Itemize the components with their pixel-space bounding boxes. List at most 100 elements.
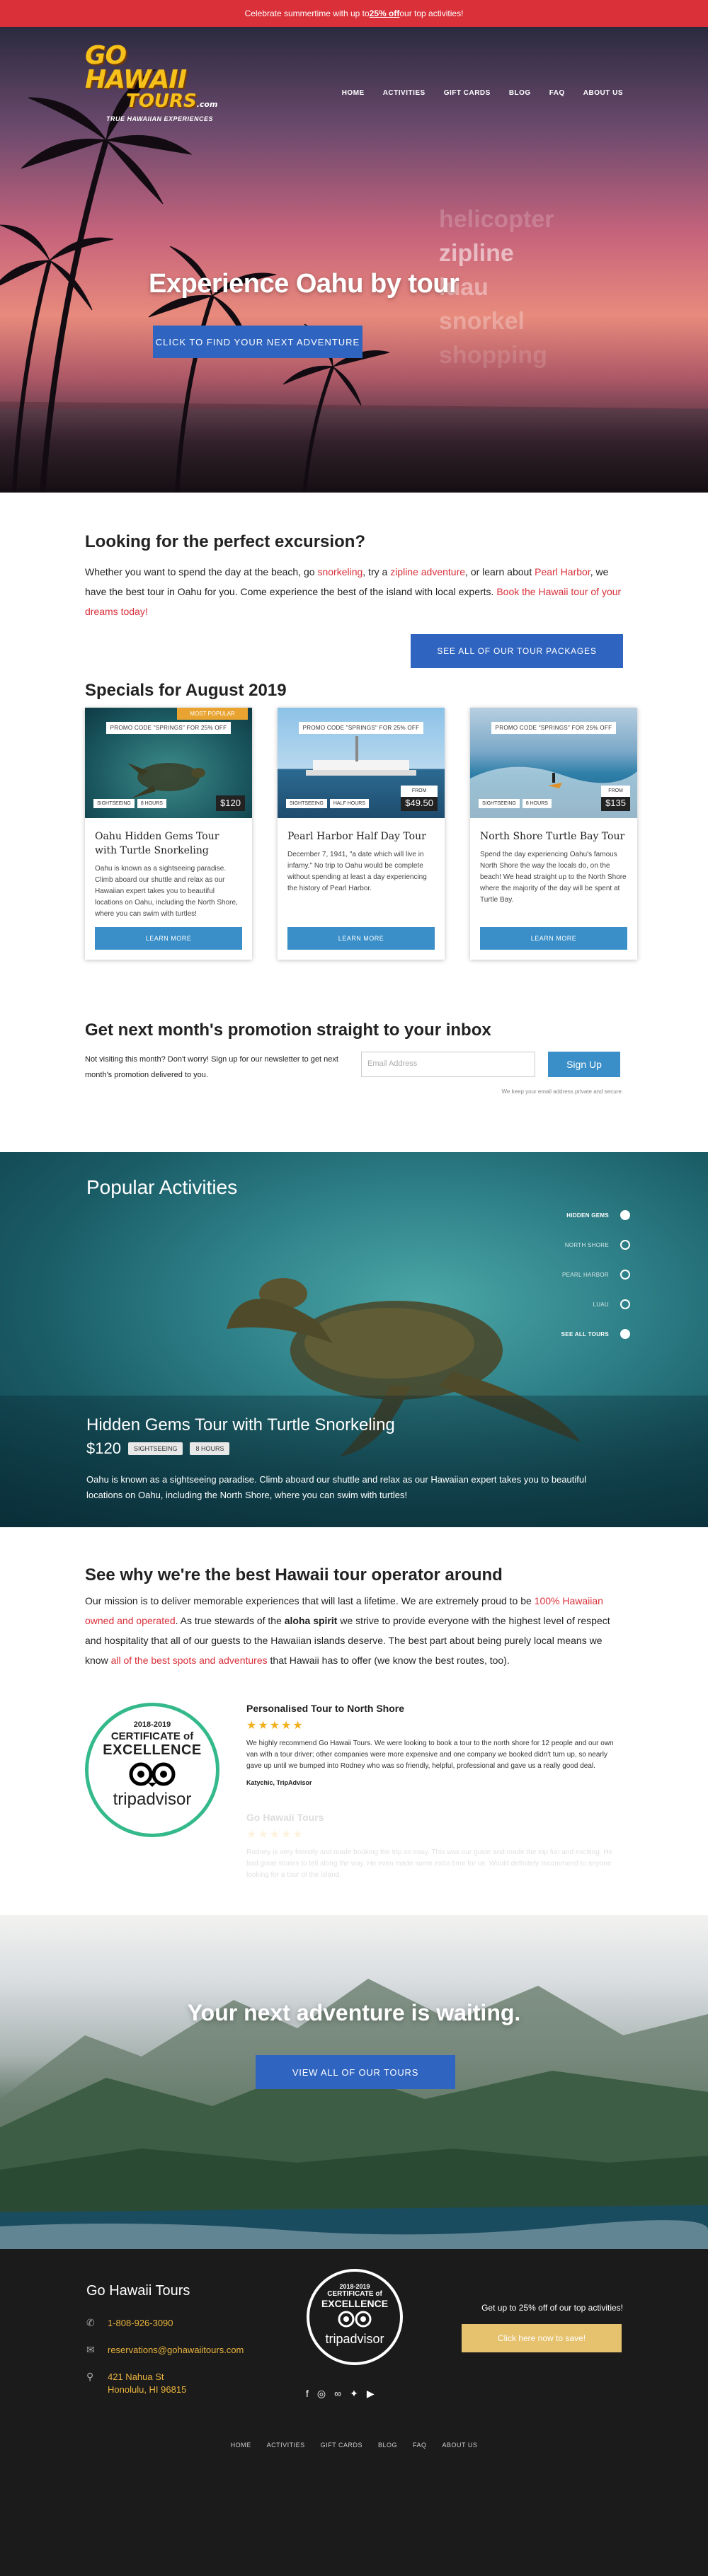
review-list: Personalised Tour to North Shore ★★★★★ W…: [246, 1703, 623, 1915]
view-all-tours-button[interactable]: VIEW ALL OF OUR TOURS: [256, 2055, 455, 2089]
card-price: $120: [216, 795, 245, 811]
popular-nav-see-all[interactable]: SEE ALL TOURS: [561, 1319, 630, 1349]
popular-nav-hidden-gems[interactable]: HIDDEN GEMS: [561, 1200, 630, 1230]
review-author: Katychic, TripAdvisor: [246, 1779, 312, 1786]
popular-tour-description: Oahu is known as a sightseeing paradise.…: [86, 1474, 587, 1500]
plus-circle-icon: [620, 1329, 630, 1339]
footer-nav-blog[interactable]: BLOG: [378, 2442, 397, 2449]
main-nav: HOME ACTIVITIES GIFT CARDS BLOG FAQ ABOU…: [342, 89, 623, 97]
duration-chip: 8 HOURS: [522, 799, 552, 808]
duration-pill: 8 HOURS: [190, 1442, 230, 1455]
popular-nav-label: NORTH SHORE: [564, 1241, 609, 1248]
specials-cards: MOST POPULAR PROMO CODE "SPRINGS" FOR 25…: [85, 708, 637, 960]
popular-nav-north-shore[interactable]: NORTH SHORE: [561, 1230, 630, 1260]
badge-year: 2018-2019: [133, 1720, 171, 1729]
special-card[interactable]: MOST POPULAR PROMO CODE "SPRINGS" FOR 25…: [85, 708, 252, 960]
popular-nav-label: PEARL HARBOR: [562, 1271, 609, 1278]
zipline-link[interactable]: zipline adventure: [390, 566, 465, 577]
popular-tour-info: Hidden Gems Tour with Turtle Snorkeling …: [0, 1396, 708, 1527]
popular-tour-title[interactable]: Hidden Gems Tour with Turtle Snorkeling: [86, 1415, 622, 1435]
review-text: We highly recommend Go Hawaii Tours. We …: [246, 1740, 614, 1770]
email-input[interactable]: Email Address: [361, 1052, 535, 1077]
email-icon: ✉: [86, 2344, 95, 2355]
footer-phone-row[interactable]: ✆ 1-808-926-3090: [86, 2317, 244, 2330]
twitter-icon[interactable]: ✦: [350, 2388, 358, 2400]
specials-section: Specials for August 2019 MOST POPULAR PR…: [0, 668, 708, 960]
newsletter-section: Get next month's promotion straight to y…: [0, 960, 708, 1152]
snorkeling-link[interactable]: snorkeling: [317, 566, 362, 577]
newsletter-description: Not visiting this month? Don't worry! Si…: [85, 1055, 338, 1079]
find-adventure-button[interactable]: CLICK TO FIND YOUR NEXT ADVENTURE: [153, 326, 362, 358]
tripadvisor-badge[interactable]: 2018-2019 CERTIFICATE of EXCELLENCE trip…: [85, 1703, 219, 1837]
hero-title: Experience Oahu by tour: [149, 269, 459, 299]
dot-icon: [620, 1240, 630, 1250]
footer-brand: Go Hawaii Tours: [86, 2283, 190, 2299]
best-spots-link[interactable]: all of the best spots and adventures: [111, 1655, 268, 1666]
duration-chip: 8 HOURS: [137, 799, 166, 808]
popular-nav-luau[interactable]: LUAU: [561, 1289, 630, 1319]
card-chips: SIGHTSEEING 8 HOURS: [93, 799, 166, 808]
why-title: See why we're the best Hawaii tour opera…: [85, 1565, 503, 1585]
card-image-memorial: PROMO CODE "SPRINGS" FOR 25% OFF SIGHTSE…: [278, 708, 445, 818]
price-from: FROM: [601, 786, 630, 797]
footer-nav-gift-cards[interactable]: GIFT CARDS: [321, 2442, 362, 2449]
footer-nav-activities[interactable]: ACTIVITIES: [267, 2442, 305, 2449]
popular-nav: HIDDEN GEMS NORTH SHORE PEARL HARBOR LUA…: [561, 1200, 630, 1349]
youtube-icon[interactable]: ▶: [367, 2388, 375, 2400]
special-card[interactable]: PROMO CODE "SPRINGS" FOR 25% OFF SIGHTSE…: [278, 708, 445, 960]
popular-tour-meta: $120 SIGHTSEEING 8 HOURS: [86, 1439, 622, 1458]
footer-nav-home[interactable]: HOME: [231, 2442, 251, 2449]
nav-activities[interactable]: ACTIVITIES: [383, 89, 426, 97]
footer-nav-faq[interactable]: FAQ: [413, 2442, 427, 2449]
adventure-title: Your next adventure is waiting.: [187, 2000, 521, 2025]
intro-text: , or learn about: [465, 566, 535, 577]
duration-chip: HALF HOURS: [329, 799, 369, 808]
why-text: Our mission is to deliver memorable expe…: [85, 1595, 535, 1606]
nav-faq[interactable]: FAQ: [549, 89, 565, 97]
footer-tripadvisor-badge[interactable]: 2018-2019 CERTIFICATE of EXCELLENCE trip…: [307, 2269, 403, 2365]
popular-activities-section: Popular Activities HIDDEN GEMS NORTH SHO…: [0, 1152, 708, 1527]
nav-home[interactable]: HOME: [342, 89, 365, 97]
popular-tour-price: $120: [86, 1439, 121, 1457]
nav-gift-cards[interactable]: GIFT CARDS: [444, 89, 491, 97]
sign-up-button[interactable]: Sign Up: [548, 1052, 620, 1077]
why-text: . As true stewards of the: [175, 1615, 285, 1626]
instagram-icon[interactable]: ◎: [317, 2388, 326, 2400]
popular-nav-pearl-harbor[interactable]: PEARL HARBOR: [561, 1260, 630, 1289]
why-section: See why we're the best Hawaii tour opera…: [0, 1527, 708, 1670]
review-text: Rodney is very friendly and made booking…: [246, 1848, 613, 1879]
learn-more-button[interactable]: LEARN MORE: [287, 927, 435, 950]
nav-blog[interactable]: BLOG: [509, 89, 531, 97]
dot-icon: [620, 1210, 630, 1220]
category-chip: SIGHTSEEING: [93, 799, 135, 808]
popular-nav-label: SEE ALL TOURS: [561, 1330, 609, 1338]
save-now-button[interactable]: Click here now to save!: [462, 2324, 622, 2352]
location-pin-icon: ⚲: [86, 2371, 94, 2382]
dot-icon: [620, 1270, 630, 1280]
footer-contact: ✆ 1-808-926-3090 ✉ reservations@gohawaiito…: [86, 2317, 244, 2410]
learn-more-button[interactable]: LEARN MORE: [95, 927, 242, 950]
dot-icon: [620, 1299, 630, 1309]
badge-line2: EXCELLENCE: [103, 1742, 202, 1758]
adventure-section: Your next adventure is waiting. VIEW ALL…: [0, 1915, 708, 2249]
logo-line1: GO HAWAII: [85, 41, 187, 94]
footer-email-row[interactable]: ✉ reservations@gohawaiitours.com: [86, 2344, 244, 2357]
footer-nav-about-us[interactable]: ABOUT US: [442, 2442, 478, 2449]
facebook-icon[interactable]: f: [306, 2388, 309, 2400]
site-footer: Go Hawaii Tours ✆ 1-808-926-3090 ✉ reserva…: [0, 2249, 708, 2576]
promo-bar[interactable]: Celebrate summertime with up to 25% off …: [0, 0, 708, 27]
site-logo[interactable]: GO HAWAII TOURS.com TRUE HAWAIIAN EXPERI…: [85, 41, 219, 123]
tripadvisor-icon[interactable]: ∞: [334, 2388, 341, 2400]
nav-about-us[interactable]: ABOUT US: [583, 89, 623, 97]
review-title: Personalised Tour to North Shore: [246, 1703, 404, 1714]
why-paragraph: Our mission is to deliver memorable expe…: [85, 1591, 623, 1670]
review-title: Go Hawaii Tours: [246, 1812, 324, 1823]
learn-more-button[interactable]: LEARN MORE: [480, 927, 627, 950]
star-rating-icon: ★★★★★: [246, 1720, 304, 1732]
footer-address-row[interactable]: ⚲ 421 Nahua St Honolulu, HI 96815: [86, 2371, 244, 2396]
special-card[interactable]: PROMO CODE "SPRINGS" FOR 25% OFF SIGHTSE…: [470, 708, 637, 960]
card-title: North Shore Turtle Bay Tour: [480, 831, 625, 842]
see-all-packages-button[interactable]: SEE ALL OF OUR TOUR PACKAGES: [411, 634, 623, 668]
phone-icon: ✆: [86, 2317, 95, 2328]
pearl-harbor-link[interactable]: Pearl Harbor: [535, 566, 590, 577]
